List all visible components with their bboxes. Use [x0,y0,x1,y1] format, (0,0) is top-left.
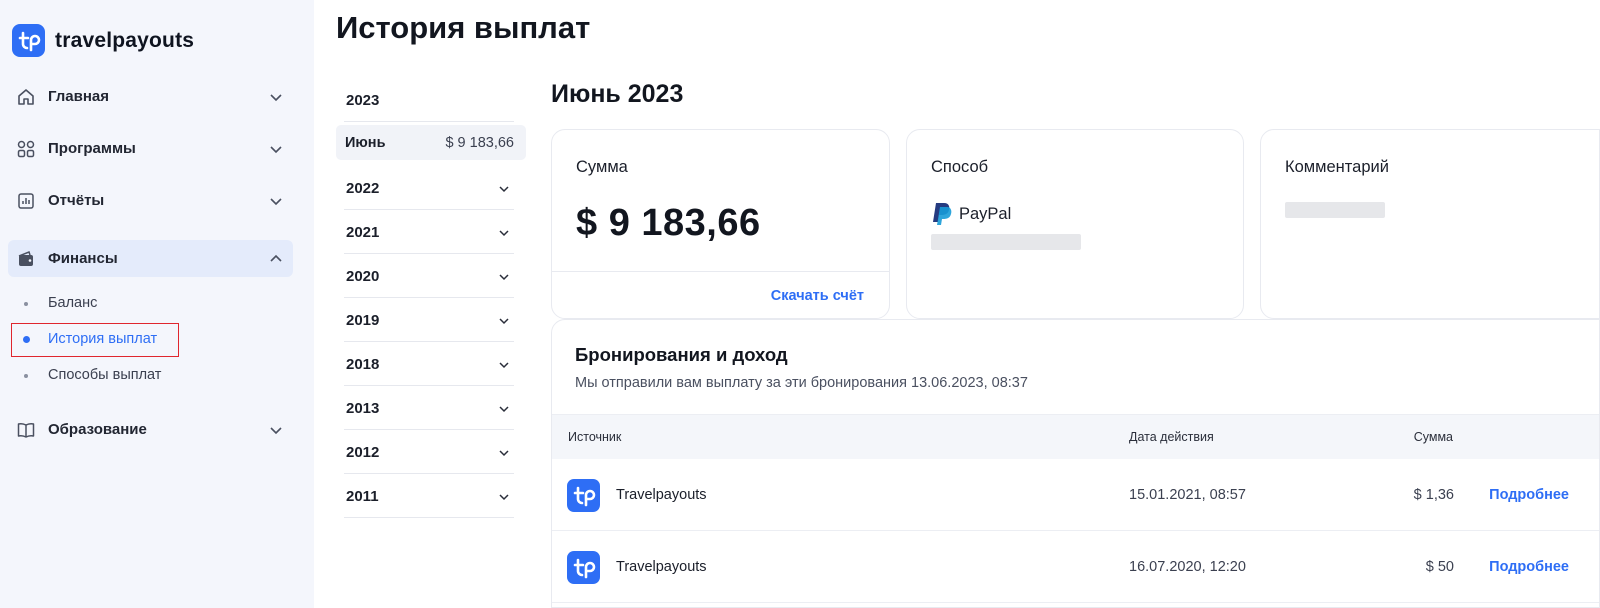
year-item[interactable]: 2021 [344,210,514,254]
bullet-dot [24,302,28,306]
sidebar-item-reports[interactable]: Отчёты [8,182,293,219]
row-date: 16.07.2020, 12:20 [1129,559,1246,575]
chevron-down-icon [499,362,509,369]
home-icon [18,89,34,105]
year-item[interactable]: 2022 [344,166,514,210]
sidebar-item-label: Образование [48,421,147,438]
year-label: 2013 [346,400,380,417]
month-amount: $ 9 183,66 [445,135,514,151]
row-source: Travelpayouts [616,559,707,575]
tp-logo-icon [12,24,45,57]
brand-name: travelpayouts [55,28,195,52]
sidebar: travelpayouts Главная Программы Отчёты Ф… [0,0,314,608]
sidebar-item-label: Финансы [48,250,118,267]
table-header: Источник Дата действия Сумма [552,414,1599,459]
chevron-down-icon [499,450,509,457]
grid-icon [17,140,35,158]
year-item[interactable]: 2013 [344,386,514,430]
comment-card: Комментарий [1260,129,1600,319]
year-label: 2012 [346,444,380,461]
row-source: Travelpayouts [616,487,707,503]
bookings-title: Бронирования и доход [575,344,788,365]
sidebar-subitem-label: Способы выплат [48,367,162,383]
paypal-method: PayPal [931,202,1011,226]
chart-icon [18,193,34,209]
year-label: 2011 [346,488,379,505]
table-row: Travelpayouts 16.07.2020, 12:20 $ 50 Под… [552,531,1599,603]
sidebar-item-finance[interactable]: Финансы [8,240,293,277]
year-label: 2019 [346,312,380,329]
tp-logo-icon [567,551,600,584]
year-item[interactable]: 2020 [344,254,514,298]
row-amount: $ 1,36 [1413,487,1454,503]
column-header-date: Дата действия [1129,430,1214,444]
method-card: Способ PayPal [906,129,1244,319]
chevron-down-icon [499,406,509,413]
book-icon [17,422,35,438]
bookings-subtitle: Мы отправили вам выплату за эти брониров… [575,375,1028,391]
brand-logo[interactable]: travelpayouts [12,24,194,57]
row-details-link[interactable]: Подробнее [1489,487,1569,503]
sidebar-item-programs[interactable]: Программы [8,130,293,167]
month-label: Июнь [345,135,386,151]
payment-method-name: PayPal [959,204,1012,223]
sidebar-item-label: Главная [48,88,110,105]
chevron-down-icon [499,230,509,237]
chevron-down-icon [270,198,282,206]
sum-amount: $ 9 183,66 [576,202,761,244]
sidebar-item-education[interactable]: Образование [8,411,293,448]
year-label: 2023 [346,92,380,109]
sum-card: Сумма $ 9 183,66 Скачать счёт [551,129,890,319]
sidebar-subitem-balance[interactable]: Баланс [0,289,300,319]
divider [552,271,889,272]
redacted-comment [1285,202,1385,218]
chevron-down-icon [499,274,509,281]
redacted-account [931,234,1081,250]
sidebar-item-label: Программы [48,140,136,157]
comment-label: Комментарий [1285,158,1389,176]
download-invoice-link[interactable]: Скачать счёт [771,288,864,304]
tp-logo-icon [567,479,600,512]
table-row: Travelpayouts 15.01.2021, 08:57 $ 1,36 П… [552,459,1599,531]
year-item[interactable]: 2011 [344,474,514,518]
chevron-down-icon [270,146,282,154]
page-title: История выплат [336,10,591,45]
sidebar-subitem-payout-methods[interactable]: Способы выплат [0,361,300,391]
chevron-down-icon [499,186,509,193]
year-item[interactable]: 2012 [344,430,514,474]
row-details-link[interactable]: Подробнее [1489,559,1569,575]
year-item-current[interactable]: 2023 [344,78,514,122]
bullet-dot [24,374,28,378]
chevron-down-icon [270,94,282,102]
highlight-box [11,323,179,357]
paypal-icon [933,203,952,225]
year-label: 2022 [346,180,380,197]
year-label: 2021 [346,224,380,241]
chevron-down-icon [499,318,509,325]
row-amount: $ 50 [1425,559,1454,575]
chevron-down-icon [499,494,509,501]
month-item-selected[interactable]: Июнь $ 9 183,66 [336,125,526,160]
chevron-up-icon [270,254,282,262]
method-label: Способ [931,158,989,176]
sum-label: Сумма [576,158,628,176]
column-header-source: Источник [568,430,622,444]
year-label: 2018 [346,356,380,373]
bookings-panel: Бронирования и доход Мы отправили вам вы… [551,319,1600,608]
row-date: 15.01.2021, 08:57 [1129,487,1246,503]
year-item[interactable]: 2019 [344,298,514,342]
chevron-down-icon [270,427,282,435]
sidebar-subitem-label: Баланс [48,295,98,311]
year-item[interactable]: 2018 [344,342,514,386]
wallet-icon [18,251,33,266]
column-header-amount: Сумма [1413,430,1453,444]
year-label: 2020 [346,268,380,285]
sidebar-item-home[interactable]: Главная [8,78,293,115]
month-title: Июнь 2023 [551,80,684,108]
sidebar-item-label: Отчёты [48,192,105,209]
